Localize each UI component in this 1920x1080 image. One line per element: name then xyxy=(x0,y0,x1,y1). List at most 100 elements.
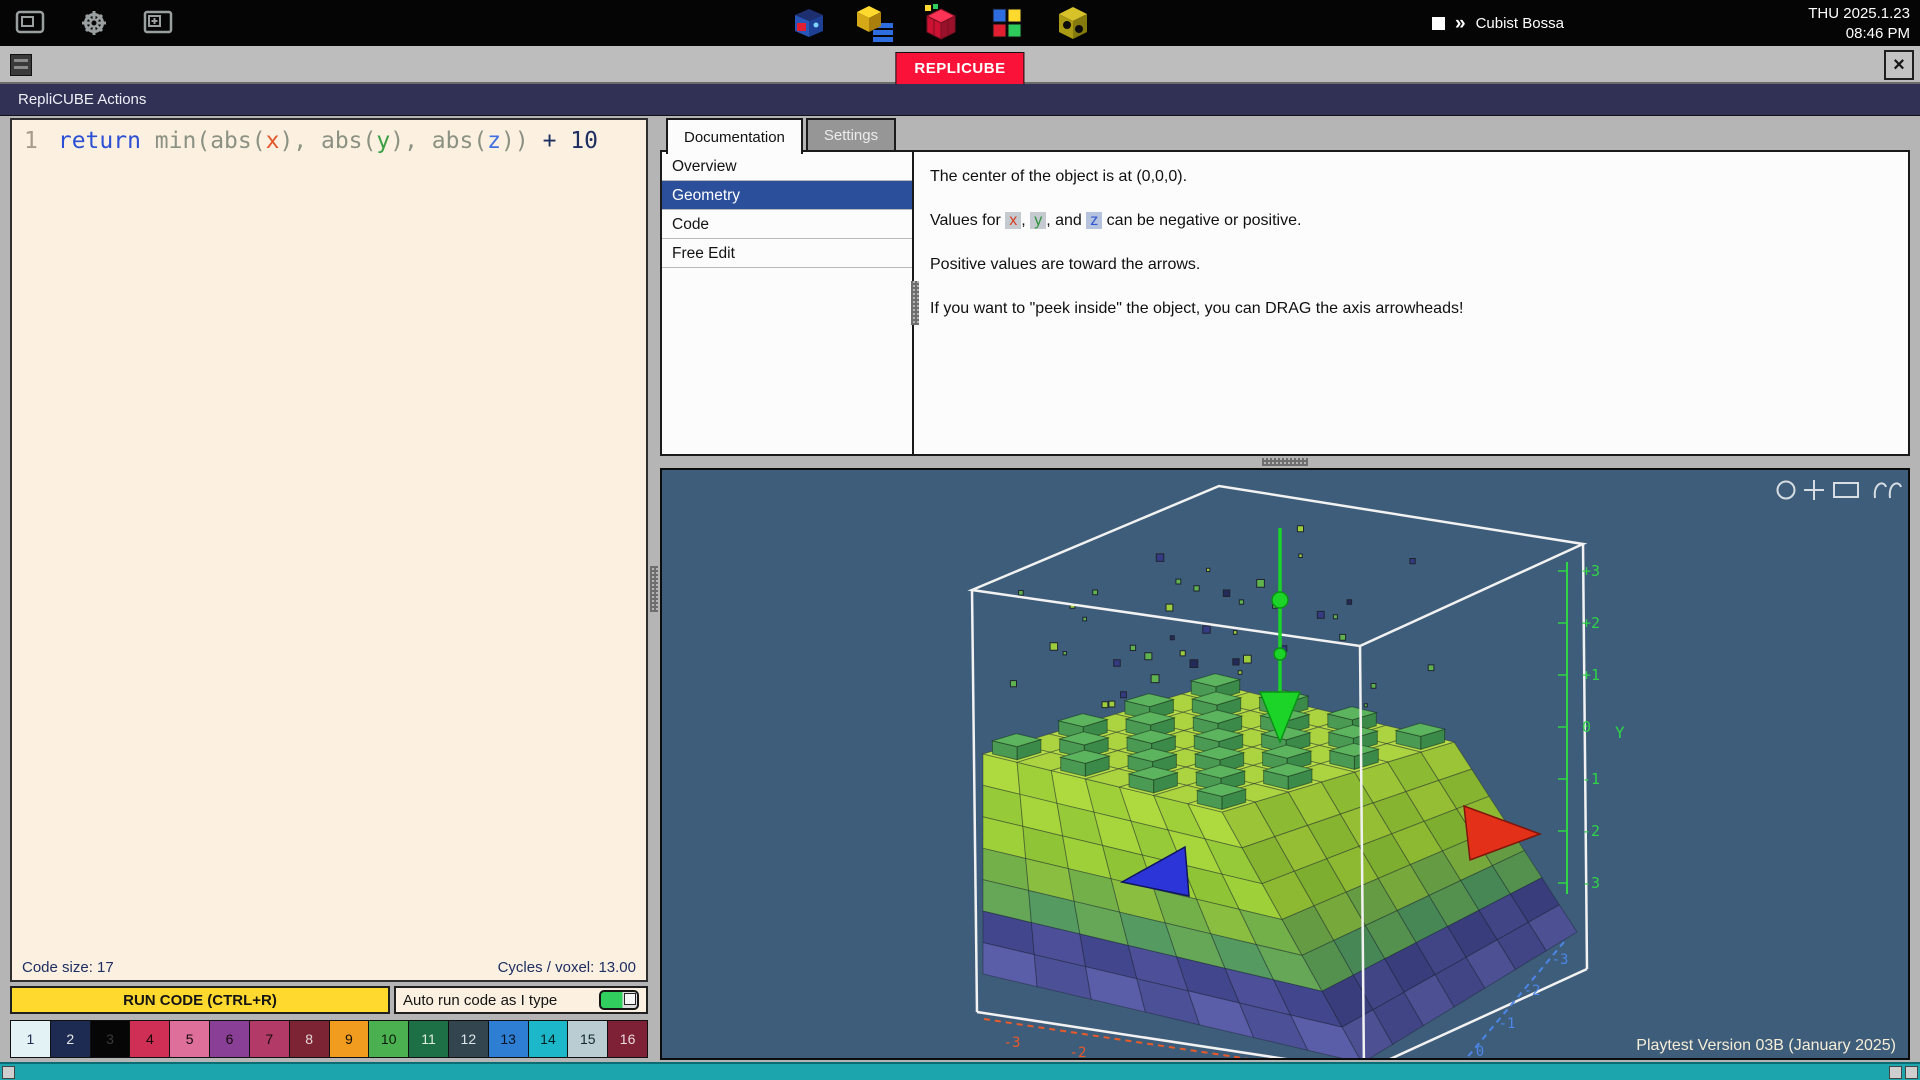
doc-tab[interactable]: Documentation xyxy=(666,118,803,154)
code-token: ), abs( xyxy=(390,128,487,154)
docs-nav-item[interactable]: Code xyxy=(662,210,912,239)
red-cube-icon[interactable] xyxy=(920,2,962,44)
clock: THU 2025.1.23 08:46 PM xyxy=(1808,4,1910,43)
editor-status-row: Code size: 17 Cycles / voxel: 13.00 xyxy=(22,959,636,976)
dice-cube-graphic xyxy=(1053,3,1093,43)
doc-text-segment: x xyxy=(1005,212,1021,229)
app-tab-replicube[interactable]: REPLICUBE xyxy=(895,52,1024,84)
y-tick-label: +1 xyxy=(1582,666,1600,684)
palette-swatch[interactable]: 4 xyxy=(130,1021,170,1057)
scroll-right-cap[interactable] xyxy=(1889,1066,1902,1079)
code-token: )) xyxy=(501,128,543,154)
docs-panel: DocumentationSettings OverviewGeometryCo… xyxy=(660,118,1910,456)
doc-paragraph: Values for x, y, and z can be negative o… xyxy=(930,212,1888,230)
taskbar-left-icons xyxy=(12,5,176,41)
code-token: return xyxy=(58,128,141,154)
palette-swatch[interactable]: 5 xyxy=(170,1021,210,1057)
replicube-window: REPLICUBE × RepliCUBE Actions 1return mi… xyxy=(0,46,1920,1062)
close-button[interactable]: × xyxy=(1884,50,1914,80)
doc-text-segment: The center of the object is at (0,0,0). xyxy=(930,168,1187,185)
docs-nav-item[interactable]: Geometry xyxy=(662,181,912,210)
code-token: + 10 xyxy=(543,128,598,154)
window-menu-icon[interactable] xyxy=(10,54,32,76)
x-tick-label: -3 xyxy=(1004,1035,1021,1051)
palette-swatch[interactable]: 6 xyxy=(210,1021,250,1057)
bottom-scrollbar[interactable] xyxy=(0,1062,1920,1080)
y-tick-label: -1 xyxy=(1582,770,1600,788)
vertical-splitter[interactable] xyxy=(648,118,660,1060)
stop-icon[interactable] xyxy=(1432,17,1445,30)
palette-swatch[interactable]: 9 xyxy=(330,1021,370,1057)
replicator-printer-icon[interactable] xyxy=(788,2,830,44)
new-window-icon[interactable] xyxy=(140,5,176,41)
gear-icon[interactable] xyxy=(76,5,112,41)
taskbar-app-icons xyxy=(788,2,1094,44)
z-tick-label: -2 xyxy=(1524,983,1541,999)
z-tick-label: 0 xyxy=(1476,1044,1484,1058)
editor-controls: RUN CODE (CTRL+R) Auto run code as I typ… xyxy=(10,986,648,1014)
clock-time: 08:46 PM xyxy=(1808,24,1910,44)
window-title: RepliCUBE Actions xyxy=(18,91,146,108)
palette-grid-icon[interactable] xyxy=(986,2,1028,44)
palette-swatch[interactable]: 16 xyxy=(608,1021,647,1057)
doc-tab[interactable]: Settings xyxy=(806,118,896,150)
y-tick-label: -3 xyxy=(1582,874,1600,892)
autorun-control[interactable]: Auto run code as I type xyxy=(394,986,648,1014)
palette-swatch[interactable]: 13 xyxy=(489,1021,529,1057)
os-taskbar: » Cubist Bossa THU 2025.1.23 08:46 PM xyxy=(0,0,1920,46)
palette-swatch[interactable]: 14 xyxy=(529,1021,569,1057)
doc-text-segment: Values for xyxy=(930,212,1005,229)
y-tick-label: 0 xyxy=(1582,718,1591,736)
y-tick-label: +3 xyxy=(1582,562,1600,580)
splitter-grip[interactable] xyxy=(1262,458,1308,466)
replicator-printer-graphic xyxy=(789,3,829,43)
scroll-right-cap2[interactable] xyxy=(1905,1066,1918,1079)
palette-swatch[interactable]: 12 xyxy=(449,1021,489,1057)
autorun-toggle[interactable] xyxy=(599,990,639,1010)
display-icon[interactable] xyxy=(12,5,48,41)
palette-swatch[interactable]: 2 xyxy=(51,1021,91,1057)
line-number: 1 xyxy=(24,128,38,154)
display-icon-graphic xyxy=(12,5,48,41)
scroll-left-cap[interactable] xyxy=(2,1066,15,1079)
code-editor[interactable]: 1return min(abs(x), abs(y), abs(z)) + 10… xyxy=(10,118,648,982)
now-playing-label: Cubist Bossa xyxy=(1476,15,1564,32)
cube-menu-icon[interactable] xyxy=(854,2,896,44)
autorun-label: Auto run code as I type xyxy=(403,992,557,1009)
music-player: » Cubist Bossa xyxy=(1432,0,1564,46)
y-tick-label: +2 xyxy=(1582,614,1600,632)
skip-icon[interactable]: » xyxy=(1455,14,1466,33)
y-axis-handle-small[interactable] xyxy=(1274,648,1286,660)
run-code-button[interactable]: RUN CODE (CTRL+R) xyxy=(10,986,390,1014)
code-tokens: return min(abs(x), abs(y), abs(z)) + 10 xyxy=(58,128,598,154)
palette-swatch[interactable]: 3 xyxy=(91,1021,131,1057)
splitter-grip[interactable] xyxy=(650,566,658,612)
doc-text-segment: y xyxy=(1030,212,1046,229)
docs-nav-splitter[interactable] xyxy=(911,281,919,325)
code-token: z xyxy=(487,128,501,154)
docs-body: OverviewGeometryCodeFree Edit The center… xyxy=(660,150,1910,456)
y-axis-handle[interactable] xyxy=(1272,592,1288,608)
y-tick-label: -2 xyxy=(1582,822,1600,840)
doc-text-segment: , xyxy=(1021,212,1030,229)
palette-swatch[interactable]: 1 xyxy=(11,1021,51,1057)
docs-nav-item[interactable]: Overview xyxy=(662,152,912,181)
docs-nav-item[interactable]: Free Edit xyxy=(662,239,912,268)
voxel-scene: +3 +2 +1 0 -1 -2 -3 Y -3 -2 -3 -2 -1 0 xyxy=(662,470,1908,1058)
dice-cube-icon[interactable] xyxy=(1052,2,1094,44)
z-tick-label: -1 xyxy=(1499,1016,1516,1032)
horizontal-splitter[interactable] xyxy=(660,456,1910,468)
code-token: x xyxy=(266,128,280,154)
code-line: 1return min(abs(x), abs(y), abs(z)) + 10 xyxy=(12,120,646,154)
palette-swatch[interactable]: 15 xyxy=(568,1021,608,1057)
doc-text-segment: If you want to "peek inside" the object,… xyxy=(930,300,1463,317)
viewport-3d[interactable]: +3 +2 +1 0 -1 -2 -3 Y -3 -2 -3 -2 -1 0 xyxy=(660,468,1910,1060)
z-tick-label: -3 xyxy=(1552,952,1569,968)
doc-text-segment: can be negative or positive. xyxy=(1102,212,1301,229)
palette-swatch[interactable]: 8 xyxy=(290,1021,330,1057)
color-palette: 12345678910111213141516 xyxy=(10,1020,648,1058)
palette-swatch[interactable]: 10 xyxy=(369,1021,409,1057)
palette-swatch[interactable]: 7 xyxy=(250,1021,290,1057)
palette-swatch[interactable]: 11 xyxy=(409,1021,449,1057)
doc-text-segment: z xyxy=(1086,212,1102,229)
